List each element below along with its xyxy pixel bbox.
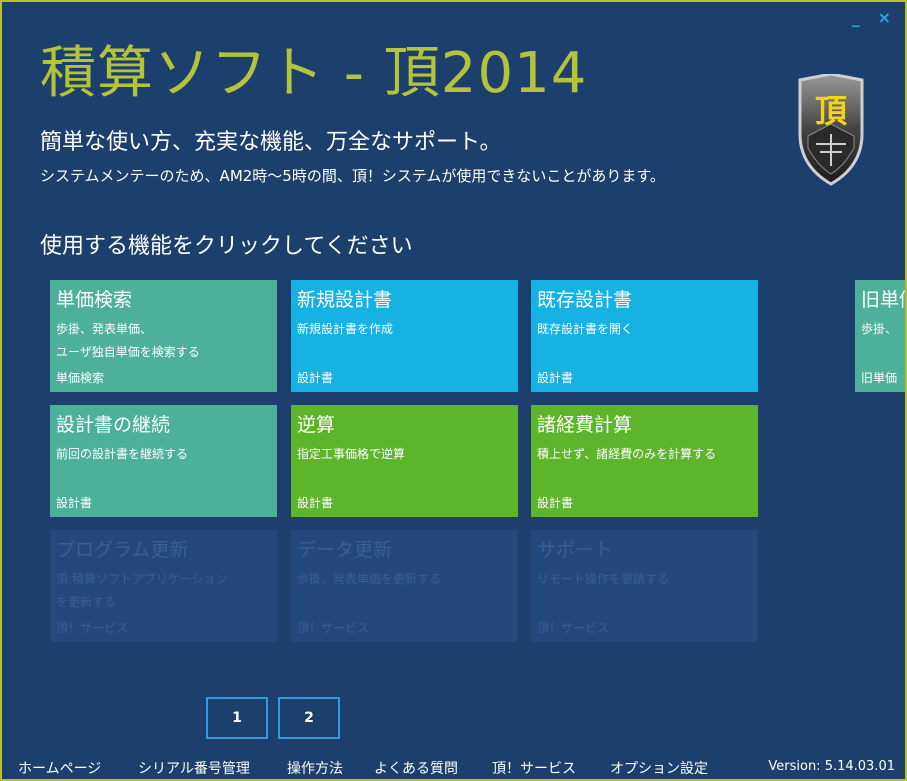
tile-category: 設計書 — [297, 496, 334, 510]
tile-category: 単価検索 — [56, 371, 105, 385]
footer-link-service[interactable]: 頂！サービス — [492, 758, 576, 778]
tile-title: 単価検索 — [56, 289, 133, 311]
emblem-char: 頂 — [815, 92, 848, 130]
tile-category: 設計書 — [537, 496, 574, 510]
tile-category: 設計書 — [537, 371, 574, 385]
footer-link-homepage[interactable]: ホームページ — [18, 758, 101, 778]
tile-title: 既存設計書 — [537, 289, 633, 311]
app-window: _ × 積算ソフト - 頂2014 簡単な使い方、充実な機能、万全なサポート。 … — [0, 0, 907, 781]
tile-description: 既存設計書を開く — [537, 322, 634, 336]
page-button-1[interactable]: 1 — [206, 697, 268, 739]
tile-description: 歩掛、 — [861, 322, 898, 336]
tile-price-search[interactable]: 単価検索 歩掛、発表単価、 ユーザ独自単価を検索する 単価検索 — [50, 280, 277, 392]
footer-link-manual[interactable]: 操作方法 — [287, 758, 343, 778]
tagline: 簡単な使い方、充実な機能、万全なサポート。 — [40, 130, 502, 155]
tile-title: 新規設計書 — [297, 289, 393, 311]
instruction-prompt: 使用する機能をクリックしてください — [40, 234, 413, 259]
app-title: 積算ソフト - 頂2014 — [40, 41, 588, 106]
tile-description: 歩掛、発表単価、 ユーザ独自単価を検索する — [56, 322, 200, 359]
tile-title: 旧単価 — [861, 289, 905, 311]
tile-description: 新規設計書を作成 — [297, 322, 394, 336]
tile-title: 逆算 — [297, 414, 336, 436]
tile-description: 積上せず、諸経費のみを計算する — [537, 447, 717, 461]
page-button-2[interactable]: 2 — [278, 697, 340, 739]
tile-category: 頂！サービス — [297, 621, 370, 635]
version-label: Version: 5.14.03.01 — [768, 759, 895, 774]
tile-data-update[interactable]: データ更新 歩掛、発表単価を更新する 頂！サービス — [291, 530, 518, 642]
tile-description: リモート操作を要請する — [537, 572, 670, 586]
tile-category: 設計書 — [56, 496, 93, 510]
tile-continue-estimate[interactable]: 設計書の継続 前回の設計書を継続する 設計書 — [50, 405, 277, 517]
tile-title: サポート — [537, 539, 614, 561]
tile-description: 前回の設計書を継続する — [56, 447, 189, 461]
tile-support[interactable]: サポート リモート操作を要請する 頂！サービス — [531, 530, 758, 642]
tile-title: 設計書の継続 — [56, 414, 171, 436]
tile-category: 旧単価 — [861, 371, 898, 385]
footer-link-serial[interactable]: シリアル番号管理 — [138, 758, 250, 778]
maintenance-notice: システムメンテーのため、AM2時～5時の間、頂！システムが使用できないことがあり… — [40, 167, 665, 185]
tile-new-estimate[interactable]: 新規設計書 新規設計書を作成 設計書 — [291, 280, 518, 392]
tile-program-update[interactable]: プログラム更新 頂:積算ソフトアプリケーション を更新する 頂！サービス — [50, 530, 277, 642]
tile-description: 歩掛、発表単価を更新する — [297, 572, 442, 586]
window-controls: _ × — [852, 10, 891, 26]
tile-title: 諸経費計算 — [537, 414, 633, 436]
tile-category: 頂！サービス — [56, 621, 129, 635]
tile-old-price[interactable]: 旧単価 歩掛、 旧単価 — [855, 280, 905, 392]
footer-link-faq[interactable]: よくある質問 — [374, 758, 458, 778]
tile-category: 頂！サービス — [537, 621, 610, 635]
close-button[interactable]: × — [878, 10, 891, 26]
tile-existing-estimate[interactable]: 既存設計書 既存設計書を開く 設計書 — [531, 280, 758, 392]
shield-logo-icon: 頂 — [798, 74, 864, 186]
footer-bar: ホームページ シリアル番号管理 操作方法 よくある質問 頂！サービス オプション… — [2, 754, 905, 778]
tile-overhead-calc[interactable]: 諸経費計算 積上せず、諸経費のみを計算する 設計書 — [531, 405, 758, 517]
tile-description: 頂:積算ソフトアプリケーション を更新する — [56, 572, 228, 609]
tile-category: 設計書 — [297, 371, 334, 385]
footer-link-options[interactable]: オプション設定 — [610, 758, 708, 778]
tile-title: プログラム更新 — [56, 539, 189, 561]
tile-description: 指定工事価格で逆算 — [297, 447, 406, 461]
tile-title: データ更新 — [297, 539, 393, 561]
minimize-button[interactable]: _ — [852, 10, 860, 26]
tile-reverse-calc[interactable]: 逆算 指定工事価格で逆算 設計書 — [291, 405, 518, 517]
